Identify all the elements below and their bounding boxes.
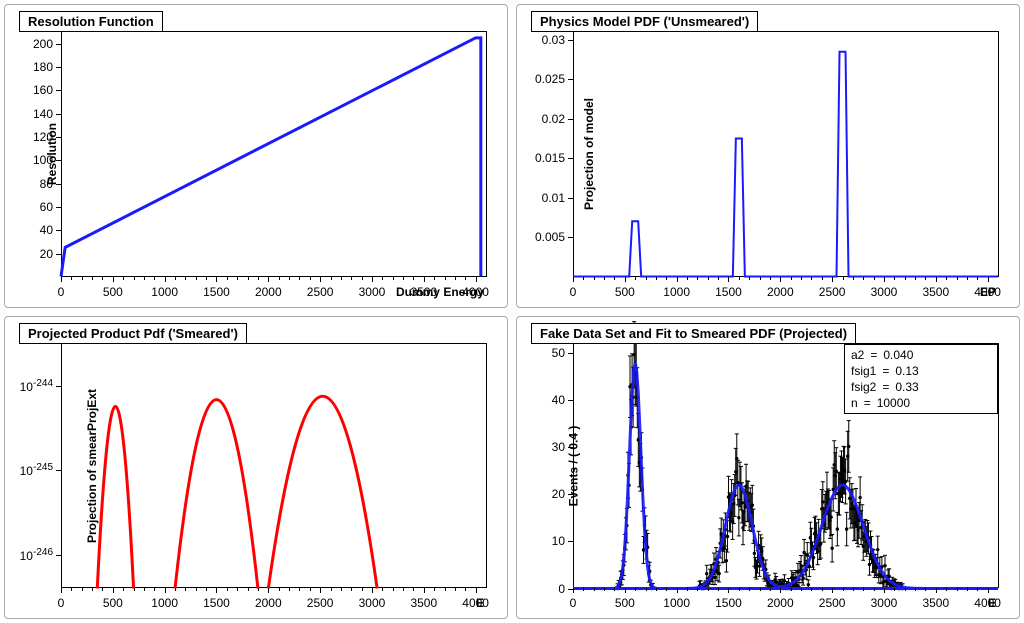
y-tick-label: 0.01 <box>542 191 565 205</box>
x-tick-label: 2000 <box>255 285 282 299</box>
curve-resolution <box>61 32 486 277</box>
x-tick-label: 2500 <box>307 285 334 299</box>
x-tick-label: 500 <box>103 596 123 610</box>
y-tick-label: 10 <box>552 534 565 548</box>
x-tick-label: 500 <box>103 285 123 299</box>
curve-physics <box>573 32 998 277</box>
y-tick-label: 40 <box>40 223 53 237</box>
x-tick-label: 4000 <box>974 285 1001 299</box>
plot-area-resolution: Dummy Energy Resolution 0500100015002000… <box>61 31 487 277</box>
pad-physics: Physics Model PDF ('Unsmeared') EP Proje… <box>516 4 1020 308</box>
stat-key-a2: a2 <box>851 347 864 363</box>
y-tick-label: 60 <box>40 200 53 214</box>
x-tick-label: 4000 <box>462 285 489 299</box>
x-tick-label: 3500 <box>922 596 949 610</box>
stat-key-fsig2: fsig2 <box>851 379 876 395</box>
stat-val-fsig1: 0.13 <box>895 363 918 379</box>
stat-row-fsig1: fsig1 = 0.13 <box>851 363 991 379</box>
x-tick-label: 0 <box>58 596 65 610</box>
x-tick-label: 2500 <box>819 285 846 299</box>
eq-icon: = <box>882 363 889 379</box>
x-tick-label: 0 <box>570 596 577 610</box>
y-tick-label: 0.02 <box>542 112 565 126</box>
y-tick-label: 120 <box>33 130 53 144</box>
x-tick-label: 1500 <box>715 285 742 299</box>
canvas-2x2: Resolution Function Dummy Energy Resolut… <box>0 0 1024 623</box>
plot-area-smeared: E Projection of smearProjExt 05001000150… <box>61 343 487 589</box>
x-tick-label: 1500 <box>715 596 742 610</box>
x-tick-label: 3500 <box>922 285 949 299</box>
pad-resolution: Resolution Function Dummy Energy Resolut… <box>4 4 508 308</box>
title-physics: Physics Model PDF ('Unsmeared') <box>531 11 758 32</box>
y-tick-label: 10-244 <box>20 378 53 394</box>
stat-key-fsig1: fsig1 <box>851 363 876 379</box>
y-tick-label: 0.005 <box>535 230 565 244</box>
y-tick-label: 20 <box>552 487 565 501</box>
y-tick-label: 0.015 <box>535 151 565 165</box>
x-tick-label: 3000 <box>359 285 386 299</box>
pad-smeared: Projected Product Pdf ('Smeared') E Proj… <box>4 316 508 620</box>
curve-smeared <box>61 344 486 589</box>
y-tick-label: 10-245 <box>20 462 53 478</box>
x-tick-label: 2500 <box>307 596 334 610</box>
y-tick-label: 100 <box>33 153 53 167</box>
x-tick-label: 1000 <box>151 596 178 610</box>
y-tick-label: 10-246 <box>20 547 53 563</box>
x-tick-label: 3500 <box>410 285 437 299</box>
x-tick-label: 3000 <box>359 596 386 610</box>
y-tick-label: 160 <box>33 83 53 97</box>
x-tick-label: 1500 <box>203 596 230 610</box>
stat-val-n: 10000 <box>877 395 910 411</box>
stat-row-n: n = 10000 <box>851 395 991 411</box>
y-tick-label: 0.03 <box>542 33 565 47</box>
stat-row-a2: a2 = 0.040 <box>851 347 991 363</box>
x-tick-label: 2000 <box>255 596 282 610</box>
title-smeared: Projected Product Pdf ('Smeared') <box>19 323 247 344</box>
y-tick-label: 140 <box>33 107 53 121</box>
x-tick-label: 2000 <box>767 285 794 299</box>
stat-key-n: n <box>851 395 858 411</box>
x-tick-label: 1500 <box>203 285 230 299</box>
x-tick-label: 500 <box>615 285 635 299</box>
x-tick-label: 500 <box>615 596 635 610</box>
stat-val-fsig2: 0.33 <box>895 379 918 395</box>
plot-area-physics: EP Projection of model 05001000150020002… <box>573 31 999 277</box>
x-tick-label: 4000 <box>974 596 1001 610</box>
y-tick-label: 30 <box>552 440 565 454</box>
title-fit: Fake Data Set and Fit to Smeared PDF (Pr… <box>531 323 856 344</box>
x-tick-label: 3000 <box>871 596 898 610</box>
y-tick-label: 50 <box>552 346 565 360</box>
x-tick-label: 4000 <box>462 596 489 610</box>
y-tick-label: 200 <box>33 37 53 51</box>
plot-area-fit: E Events / ( 0.4 ) a2 = 0.040 fsig1 = 0.… <box>573 343 999 589</box>
y-tick-label: 40 <box>552 393 565 407</box>
x-tick-label: 0 <box>570 285 577 299</box>
x-tick-label: 3500 <box>410 596 437 610</box>
x-tick-label: 3000 <box>871 285 898 299</box>
x-tick-label: 2000 <box>767 596 794 610</box>
x-tick-label: 1000 <box>151 285 178 299</box>
stat-val-a2: 0.040 <box>883 347 913 363</box>
pad-fit: Fake Data Set and Fit to Smeared PDF (Pr… <box>516 316 1020 620</box>
x-tick-label: 0 <box>58 285 65 299</box>
y-tick-label: 180 <box>33 60 53 74</box>
y-tick-label: 80 <box>40 177 53 191</box>
x-tick-label: 1000 <box>663 285 690 299</box>
eq-icon: = <box>882 379 889 395</box>
x-tick-label: 2500 <box>819 596 846 610</box>
stat-row-fsig2: fsig2 = 0.33 <box>851 379 991 395</box>
y-tick-label: 0.025 <box>535 72 565 86</box>
eq-icon: = <box>864 395 871 411</box>
eq-icon: = <box>870 347 877 363</box>
title-resolution: Resolution Function <box>19 11 163 32</box>
y-tick-label: 20 <box>40 247 53 261</box>
y-tick-label: 0 <box>558 582 565 596</box>
x-tick-label: 1000 <box>663 596 690 610</box>
stat-box: a2 = 0.040 fsig1 = 0.13 fsig2 = 0.33 n = <box>844 344 998 415</box>
